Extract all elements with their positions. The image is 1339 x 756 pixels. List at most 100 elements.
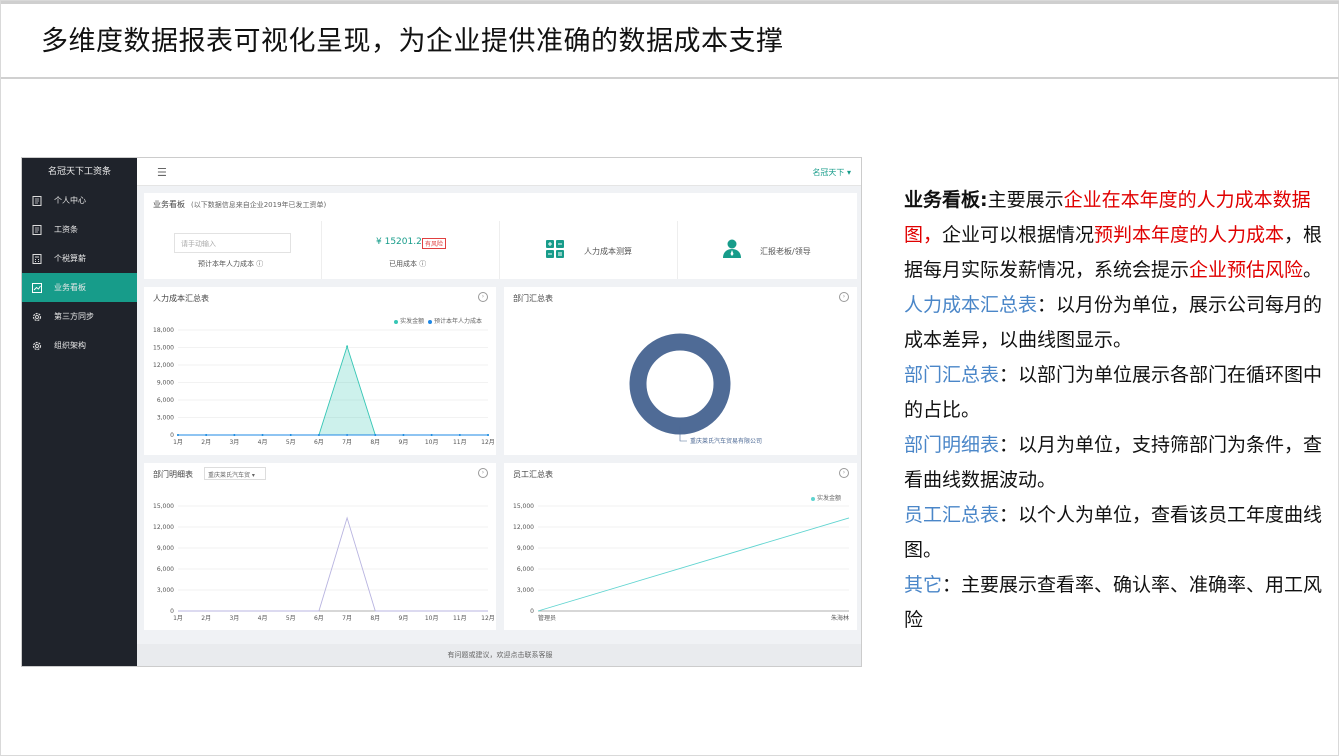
note-segment: 企业预估风险 bbox=[1189, 259, 1304, 281]
data-point bbox=[205, 434, 208, 436]
x-tick-label: 10月 bbox=[425, 615, 439, 622]
description-notes: 业务看板:主要展示企业在本年度的人力成本数据图，企业可以根据情况预判本年度的人力… bbox=[904, 183, 1324, 638]
staff-summary-chart: 15,000 12,000 9,000 6,000 3,000 0 管理员 朱海林 bbox=[513, 503, 850, 622]
sidebar-item-label: 个税算薪 bbox=[54, 254, 86, 263]
x-tick-label: 11月 bbox=[453, 439, 467, 446]
y-tick-label: 6,000 bbox=[157, 397, 174, 404]
gear-icon bbox=[32, 312, 42, 322]
y-tick-label: 6,000 bbox=[157, 566, 174, 573]
x-tick-label: 8月 bbox=[370, 439, 380, 446]
sidebar-item-1[interactable]: 个人中心 bbox=[22, 186, 137, 215]
note-segment: 人力成本汇总表 bbox=[904, 294, 1038, 316]
note-paragraph: 其它：主要展示查看率、确认率、准确率、用工风险 bbox=[904, 568, 1324, 638]
x-tick-label: 朱海林 bbox=[831, 614, 849, 622]
x-tick-label: 4月 bbox=[258, 439, 268, 446]
slide: 多维度数据报表可视化呈现，为企业提供准确的数据成本支撑 名冠天下工资条 个人中心… bbox=[0, 0, 1339, 756]
x-tick-label: 12月 bbox=[481, 615, 495, 622]
sidebar-item-label: 个人中心 bbox=[54, 196, 86, 205]
y-tick-label: 3,000 bbox=[157, 587, 174, 594]
dept-summary-chart: 重庆莱氏汽车贸易有限公司 bbox=[629, 333, 762, 445]
report-boss-button[interactable]: 汇报老板/领导 bbox=[678, 221, 857, 279]
sidebar-item-2[interactable]: 工资条 bbox=[22, 215, 137, 244]
dept-detail-card: 部门明细表 重庆莱氏汽车贸 ▾ › 15,000 12,000 9,000 6,000… bbox=[144, 463, 496, 630]
estimate-input[interactable]: 请手动输入 bbox=[174, 233, 291, 253]
y-tick-label: 0 bbox=[170, 608, 174, 615]
x-tick-label: 11月 bbox=[453, 615, 467, 622]
sidebar-item-6[interactable]: 组织架构 bbox=[22, 331, 137, 360]
note-segment: 。 bbox=[1303, 259, 1323, 281]
sidebar-item-3[interactable]: 个税算薪 bbox=[22, 244, 137, 273]
document-icon bbox=[32, 224, 42, 235]
data-point bbox=[487, 434, 489, 436]
x-tick-label: 6月 bbox=[314, 439, 324, 446]
data-point bbox=[374, 434, 377, 436]
menu-toggle-icon[interactable]: ☰ bbox=[157, 166, 167, 179]
sidebar-item-4[interactable]: 业务看板 bbox=[22, 273, 137, 302]
sidebar-item-label: 工资条 bbox=[54, 225, 78, 234]
note-segment: 部门明细表 bbox=[904, 434, 1000, 456]
data-point bbox=[458, 434, 461, 436]
data-point bbox=[402, 434, 405, 436]
topbar: ☰ 名冠天下 ▾ bbox=[137, 158, 861, 186]
x-tick-label: 10月 bbox=[425, 439, 439, 446]
note-paragraph: 员工汇总表：以个人为单位，查看该员工年度曲线图。 bbox=[904, 498, 1324, 568]
dept-detail-chart: 15,000 12,000 9,000 6,000 3,000 01月 2月 3月 4月 5月 6月… bbox=[153, 503, 495, 622]
app-screenshot: 名冠天下工资条 个人中心 工资条 个税算薪 业务看板 第三方同步 组织架构 ☰ 名冠天下 … bbox=[21, 157, 862, 667]
user-menu[interactable]: 名冠天下 ▾ bbox=[812, 167, 851, 178]
x-tick-label: 1月 bbox=[173, 615, 183, 622]
estimate-cell: 请手动输入 预计本年人力成本 ⓘ bbox=[144, 221, 322, 279]
note-segment: ：主要展示查看率、确认率、准确率、用工风险 bbox=[904, 574, 1323, 631]
top-rule bbox=[1, 1, 1339, 4]
x-tick-label: 3月 bbox=[229, 439, 239, 446]
dashboard-card: 业务看板 (以下数据信息来自企业2019年已发工资单) 请手动输入 预计本年人力成… bbox=[144, 193, 857, 279]
note-segment: 其它 bbox=[904, 574, 943, 596]
y-tick-label: 12,000 bbox=[153, 524, 174, 531]
user-icon bbox=[723, 239, 741, 258]
sidebar-item-label: 业务看板 bbox=[54, 283, 86, 292]
x-tick-label: 5月 bbox=[286, 439, 296, 446]
note-segment: 主要展示 bbox=[987, 189, 1064, 211]
x-tick-label: 管理员 bbox=[538, 614, 556, 622]
note-segment: 部门汇总表 bbox=[904, 364, 1000, 386]
x-tick-label: 1月 bbox=[173, 439, 183, 446]
used-cost-value: ¥ 15201.2 bbox=[376, 237, 422, 247]
y-tick-label: 3,000 bbox=[517, 587, 534, 594]
staff-summary-card: 员工汇总表 › 实发金额 15,000 12,000 9,000 6,000 3,000… bbox=[504, 463, 857, 630]
note-paragraph: 人力成本汇总表：以月份为单位，展示公司每月的成本差异，以曲线图显示。 bbox=[904, 288, 1324, 358]
calculator-icon bbox=[32, 253, 42, 264]
x-tick-label: 3月 bbox=[229, 615, 239, 622]
y-tick-label: 15,000 bbox=[513, 503, 534, 510]
y-tick-label: 15,000 bbox=[153, 503, 174, 510]
note-segment: 员工汇总表 bbox=[904, 504, 1000, 526]
cost-calc-button[interactable]: 人力成本测算 bbox=[500, 221, 678, 279]
y-tick-label: 0 bbox=[170, 432, 174, 439]
data-point bbox=[289, 434, 292, 436]
x-tick-label: 8月 bbox=[370, 615, 380, 622]
document-icon bbox=[32, 195, 42, 206]
dept-summary-card: 部门汇总表 › 重庆莱氏汽车贸易有限公司 bbox=[504, 287, 857, 455]
y-tick-label: 15,000 bbox=[153, 345, 174, 352]
sidebar-item-label: 组织架构 bbox=[54, 341, 86, 350]
chart-icon bbox=[32, 282, 42, 293]
sidebar-item-label: 第三方同步 bbox=[54, 312, 94, 321]
data-point bbox=[346, 434, 349, 436]
estimate-label: 预计本年人力成本 ⓘ bbox=[198, 260, 264, 268]
footer-bar[interactable]: 有问题或建议，欢迎点击联系客服 bbox=[137, 644, 861, 666]
sidebar-item-5[interactable]: 第三方同步 bbox=[22, 302, 137, 331]
note-segment: 预判本年度的人力成本 bbox=[1094, 224, 1285, 246]
x-tick-label: 9月 bbox=[399, 439, 409, 446]
x-tick-label: 9月 bbox=[399, 615, 409, 622]
slide-title: 多维度数据报表可视化呈现，为企业提供准确的数据成本支撑 bbox=[41, 26, 784, 57]
x-tick-label: 5月 bbox=[286, 615, 296, 622]
y-tick-label: 9,000 bbox=[517, 545, 534, 552]
x-tick-label: 7月 bbox=[342, 439, 352, 446]
y-tick-label: 6,000 bbox=[517, 566, 534, 573]
report-boss-label: 汇报老板/领导 bbox=[760, 247, 811, 256]
data-point bbox=[430, 434, 433, 436]
dashboard-title: 业务看板 (以下数据信息来自企业2019年已发工资单) bbox=[153, 200, 327, 209]
cost-summary-chart: 18,000 15,000 12,000 9,000 6,000 3,000 01月 2月 3月… bbox=[153, 327, 495, 446]
series-line-0 bbox=[537, 517, 850, 612]
data-point bbox=[346, 345, 349, 348]
note-paragraph: 部门明细表：以月为单位，支持筛部门为条件，查看曲线数据波动。 bbox=[904, 428, 1324, 498]
x-tick-label: 4月 bbox=[258, 615, 268, 622]
